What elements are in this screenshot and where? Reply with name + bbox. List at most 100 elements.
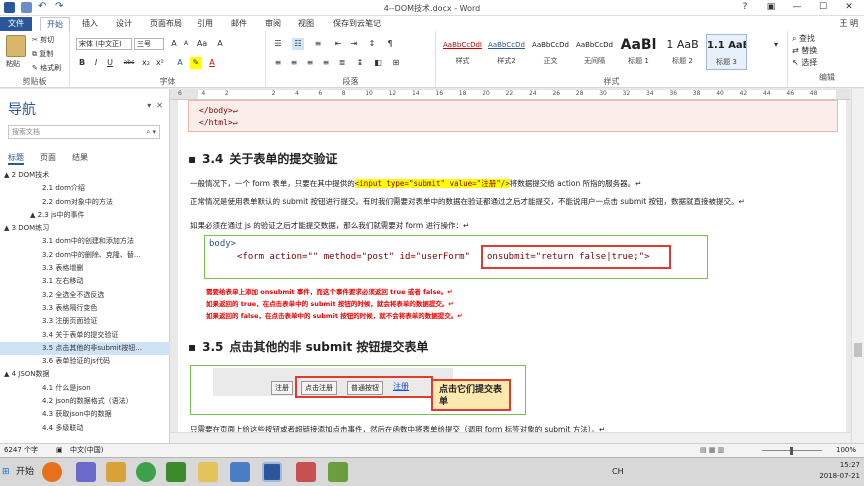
- style-gallery-item[interactable]: AaBbCcDd 样式2: [486, 34, 527, 70]
- align-left-icon[interactable]: ≡: [272, 57, 284, 69]
- start-button[interactable]: ⊞ 开始: [2, 463, 34, 481]
- highlight-color-icon[interactable]: ✎: [190, 57, 202, 69]
- nav-heading-item[interactable]: ▲ 3 DOM练习: [0, 222, 170, 235]
- font-name-combo[interactable]: 宋体 (中文正): [76, 38, 132, 50]
- clock[interactable]: 15:27 2018-07-21: [819, 460, 860, 482]
- search-icon[interactable]: ⌕ ▾: [146, 126, 156, 138]
- font-color-icon[interactable]: A: [206, 57, 218, 69]
- nav-heading-item[interactable]: 2.1 dom介绍: [0, 182, 170, 195]
- tab-insert[interactable]: 插入: [82, 17, 98, 31]
- style-gallery-item[interactable]: AaBl 标题 1: [618, 34, 659, 70]
- clear-format-button[interactable]: A: [214, 38, 226, 50]
- nav-heading-item[interactable]: 4.3 获取json中的数据: [0, 408, 170, 421]
- app-icon[interactable]: [296, 462, 316, 482]
- tab-review[interactable]: 审阅: [265, 17, 281, 31]
- nav-tab-results[interactable]: 结果: [72, 152, 88, 165]
- help-icon[interactable]: ?: [732, 1, 758, 14]
- grow-font-button[interactable]: A: [168, 38, 180, 50]
- tab-file[interactable]: 文件: [0, 17, 32, 31]
- document-page[interactable]: </body>↵ </html>↵ ▪ 3.4 关于表单的提交验证 一般情况下，一个…: [178, 100, 846, 443]
- word-count[interactable]: 6247 个字: [4, 444, 38, 457]
- format-painter-button[interactable]: ✎ 格式刷: [32, 63, 61, 73]
- tab-page-layout[interactable]: 页面布局: [150, 17, 182, 31]
- nav-heading-item[interactable]: 3.1 左右移动: [0, 275, 170, 288]
- shrink-font-button[interactable]: A: [180, 38, 192, 50]
- align-center-icon[interactable]: ≡: [288, 57, 300, 69]
- nav-heading-item[interactable]: 3.6 表单验证的js代码: [0, 355, 170, 368]
- view-buttons[interactable]: ▤ ▦ ▥: [700, 444, 724, 457]
- numbering-icon[interactable]: ☷: [292, 38, 304, 50]
- nav-heading-item[interactable]: 3.3 注册页面验证: [0, 315, 170, 328]
- underline-button[interactable]: U: [104, 57, 116, 69]
- nav-heading-item[interactable]: 3.4 关于表单的提交验证: [0, 329, 170, 342]
- zoom-slider-handle[interactable]: [790, 447, 793, 455]
- close-icon[interactable]: ✕: [156, 101, 163, 110]
- tab-cloud-note[interactable]: 保存到云笔记: [333, 17, 381, 31]
- subscript-button[interactable]: x₂: [140, 57, 152, 69]
- select-button[interactable]: ↖ 选择: [792, 57, 862, 69]
- horizontal-ruler[interactable]: 6 4 2 2 4 6 8 10 12 14 16 18 20 22 24 26 28 30 32 34 36 38 40 4…: [170, 89, 850, 100]
- vertical-scrollbar[interactable]: [851, 89, 864, 443]
- nav-heading-item[interactable]: 4.1 什么是json: [0, 382, 170, 395]
- line-spacing-icon[interactable]: ↨: [354, 57, 366, 69]
- tab-references[interactable]: 引用: [197, 17, 213, 31]
- app-icon[interactable]: [328, 462, 348, 482]
- nav-heading-item[interactable]: ▲ 2 DOM技术: [0, 169, 170, 182]
- multilevel-list-icon[interactable]: ≡: [312, 38, 324, 50]
- nav-heading-item[interactable]: 3.2 全选全不选反选: [0, 289, 170, 302]
- shading-icon[interactable]: ◧: [372, 57, 384, 69]
- style-gallery-item[interactable]: 1.1 AaB 标题 3: [706, 34, 747, 70]
- align-right-icon[interactable]: ≡: [304, 57, 316, 69]
- scroll-thumb[interactable]: [854, 343, 862, 357]
- app-icon[interactable]: [106, 462, 126, 482]
- text-effects-icon[interactable]: A: [174, 57, 186, 69]
- nav-heading-item[interactable]: 3.5 点击其他的非submit按钮...: [0, 341, 170, 356]
- change-case-button[interactable]: Aa: [194, 38, 210, 50]
- cut-button[interactable]: ✂ 剪切: [32, 35, 54, 45]
- font-size-combo[interactable]: 三号: [134, 38, 164, 50]
- replace-button[interactable]: ⇄ 替换: [792, 45, 862, 57]
- strikethrough-button[interactable]: abc: [120, 57, 138, 69]
- nav-heading-item[interactable]: ▲ 2.3 js中的事件: [0, 209, 170, 222]
- distributed-icon[interactable]: ≣: [336, 57, 348, 69]
- find-button[interactable]: ⌕ 查找: [792, 33, 862, 45]
- tab-design[interactable]: 设计: [116, 17, 132, 31]
- nav-tab-pages[interactable]: 页面: [40, 152, 56, 165]
- horizontal-scrollbar[interactable]: [170, 432, 850, 443]
- nav-heading-item[interactable]: 4.2 json的数据格式（语法）: [0, 395, 170, 408]
- sort-icon[interactable]: ↕: [366, 38, 378, 50]
- app-icon[interactable]: [230, 462, 250, 482]
- decrease-indent-icon[interactable]: ⇤: [332, 38, 344, 50]
- ribbon-display-icon[interactable]: ▣: [758, 1, 784, 14]
- borders-icon[interactable]: ⊞: [390, 57, 402, 69]
- ime-indicator[interactable]: CH: [612, 467, 624, 476]
- close-button[interactable]: ✕: [836, 1, 862, 14]
- nav-heading-item[interactable]: 3.2 dom中的删除、克隆、替...: [0, 249, 170, 262]
- tab-home[interactable]: 开始: [40, 17, 70, 31]
- style-gallery-item[interactable]: AaBbCcDd 无间隔: [574, 34, 615, 70]
- nav-heading-item[interactable]: 3.3 表格隔行变色: [0, 302, 170, 315]
- nav-heading-item[interactable]: 2.2 dom对象中的方法: [0, 196, 170, 209]
- style-gallery-item[interactable]: AaBbCcDd 正文: [530, 34, 571, 70]
- nav-tab-headings[interactable]: 标题: [8, 152, 24, 165]
- proofing-icon[interactable]: ▣: [56, 444, 63, 457]
- nav-heading-item[interactable]: ▲ 4 JSON数据: [0, 368, 170, 381]
- bold-button[interactable]: B: [76, 57, 88, 69]
- chrome-icon[interactable]: [136, 462, 156, 482]
- word-taskbar-icon[interactable]: [262, 462, 282, 482]
- increase-indent-icon[interactable]: ⇥: [348, 38, 360, 50]
- show-marks-icon[interactable]: ¶: [384, 38, 396, 50]
- app-icon[interactable]: [166, 462, 186, 482]
- tab-view[interactable]: 视图: [298, 17, 314, 31]
- maximize-button[interactable]: ☐: [810, 1, 836, 14]
- tab-mailings[interactable]: 邮件: [231, 17, 247, 31]
- superscript-button[interactable]: x²: [154, 57, 166, 69]
- chevron-down-icon[interactable]: ▾: [147, 101, 151, 110]
- copy-button[interactable]: ⧉ 复制: [32, 49, 53, 59]
- firefox-icon[interactable]: [42, 462, 62, 482]
- nav-search-input[interactable]: 搜索文档 ⌕ ▾: [8, 125, 160, 139]
- style-gallery-item[interactable]: 1 AaB 标题 2: [662, 34, 703, 70]
- italic-button[interactable]: I: [90, 57, 102, 69]
- language-status[interactable]: 中文(中国): [70, 444, 103, 457]
- style-gallery-more-icon[interactable]: ▾: [770, 39, 782, 51]
